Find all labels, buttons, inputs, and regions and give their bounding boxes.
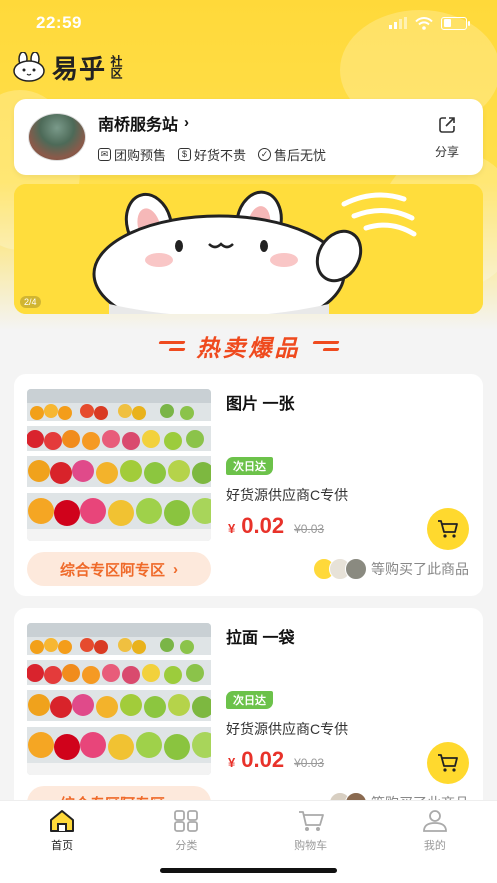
tab-label: 分类 bbox=[175, 840, 198, 852]
grid-icon bbox=[174, 810, 199, 832]
promo-banner[interactable]: 2/4 bbox=[14, 184, 483, 314]
delivery-badge: 次日达 bbox=[226, 691, 273, 709]
buyers-text: 等购买了此商品 bbox=[371, 561, 469, 577]
rabbit-logo-icon bbox=[13, 52, 45, 82]
title-dashes-right bbox=[311, 341, 340, 351]
section-title: 热卖爆品 bbox=[0, 330, 497, 362]
tag-label: 售后无忧 bbox=[274, 147, 327, 163]
price-currency: ¥ bbox=[228, 755, 236, 770]
share-label: 分享 bbox=[434, 144, 459, 159]
station-name-row[interactable]: 南桥服务站 › bbox=[98, 111, 425, 135]
fruit-shelf-image bbox=[27, 389, 211, 541]
add-to-cart-button[interactable] bbox=[427, 742, 469, 784]
brand-sub: 社区 bbox=[109, 55, 124, 79]
station-info: 南桥服务站 › ✉ 团购预售 $ 好货不贵 ✓ 售后无忧 bbox=[98, 111, 425, 164]
price-original: ¥0.03 bbox=[294, 522, 325, 536]
tab-label: 购物车 bbox=[294, 840, 328, 852]
share-button[interactable]: 分享 bbox=[425, 115, 469, 160]
price-currency: ¥ bbox=[228, 521, 236, 536]
share-icon bbox=[439, 116, 455, 133]
price-original: ¥0.03 bbox=[294, 756, 325, 770]
product-name: 图片 一张 bbox=[226, 396, 295, 413]
tag-item: ✓ 售后无忧 bbox=[258, 145, 326, 164]
section-title-text: 热卖爆品 bbox=[196, 335, 301, 361]
home-indicator bbox=[160, 868, 337, 873]
product-supplier: 好货源供应商C专供 bbox=[226, 721, 349, 737]
banner-page-indicator: 2/4 bbox=[20, 296, 41, 308]
tab-label: 我的 bbox=[423, 840, 446, 852]
product-card[interactable]: 拉面 一袋 次日达 好货源供应商C专供 ¥ 0.02 ¥0.03 综合专区阿专区… bbox=[14, 608, 483, 830]
home-icon bbox=[50, 810, 75, 832]
fruit-shelf-image bbox=[27, 623, 211, 775]
status-bar: 22:59 bbox=[0, 0, 497, 46]
station-avatar bbox=[28, 113, 86, 161]
buyers-row: 等购买了此商品 bbox=[313, 558, 469, 580]
cart-icon bbox=[298, 811, 324, 831]
status-time: 22:59 bbox=[36, 13, 82, 32]
product-price: ¥ 0.02 ¥0.03 bbox=[228, 513, 324, 539]
wifi-icon bbox=[415, 16, 433, 30]
chevron-right-icon: › bbox=[173, 560, 178, 578]
dollar-icon: $ bbox=[178, 147, 192, 161]
price-value: 0.02 bbox=[241, 513, 285, 538]
signal-icon bbox=[389, 17, 407, 29]
check-circle-icon: ✓ bbox=[258, 147, 272, 161]
station-tags: ✉ 团购预售 $ 好货不贵 ✓ 售后无忧 bbox=[98, 145, 425, 164]
user-icon bbox=[422, 810, 447, 832]
tag-label: 好货不贵 bbox=[194, 147, 247, 163]
mail-icon: ✉ bbox=[98, 147, 111, 161]
station-name: 南桥服务站 bbox=[98, 116, 179, 134]
cart-icon bbox=[438, 754, 458, 772]
product-supplier: 好货源供应商C专供 bbox=[226, 487, 349, 503]
brand-name: 易乎 bbox=[52, 53, 107, 84]
cart-icon bbox=[438, 520, 458, 538]
price-value: 0.02 bbox=[241, 747, 285, 772]
rabbit-mascot-icon bbox=[14, 184, 483, 314]
zone-label: 综合专区阿专区 bbox=[59, 561, 165, 579]
product-image[interactable] bbox=[27, 623, 211, 775]
product-name: 拉面 一袋 bbox=[226, 630, 295, 647]
add-to-cart-button[interactable] bbox=[427, 508, 469, 550]
battery-icon bbox=[441, 16, 470, 30]
zone-button[interactable]: 综合专区阿专区 › bbox=[27, 552, 211, 586]
title-dashes-left bbox=[157, 341, 186, 351]
status-icons bbox=[389, 16, 470, 30]
tab-profile[interactable]: 我的 bbox=[390, 809, 480, 883]
station-card[interactable]: 南桥服务站 › ✉ 团购预售 $ 好货不贵 ✓ 售后无忧 分享 bbox=[14, 99, 483, 175]
brand-header: 易乎 社区 bbox=[12, 50, 124, 84]
delivery-badge: 次日达 bbox=[226, 457, 273, 475]
buyer-avatar bbox=[345, 558, 367, 580]
tag-item: ✉ 团购预售 bbox=[98, 145, 166, 164]
product-image[interactable] bbox=[27, 389, 211, 541]
chevron-right-icon: › bbox=[184, 114, 190, 131]
tab-label: 首页 bbox=[51, 840, 74, 852]
tag-label: 团购预售 bbox=[114, 147, 167, 163]
tab-home[interactable]: 首页 bbox=[17, 809, 107, 883]
product-price: ¥ 0.02 ¥0.03 bbox=[228, 747, 324, 773]
product-card[interactable]: 图片 一张 次日达 好货源供应商C专供 ¥ 0.02 ¥0.03 综合专区阿专区… bbox=[14, 374, 483, 596]
tag-item: $ 好货不贵 bbox=[178, 145, 246, 164]
